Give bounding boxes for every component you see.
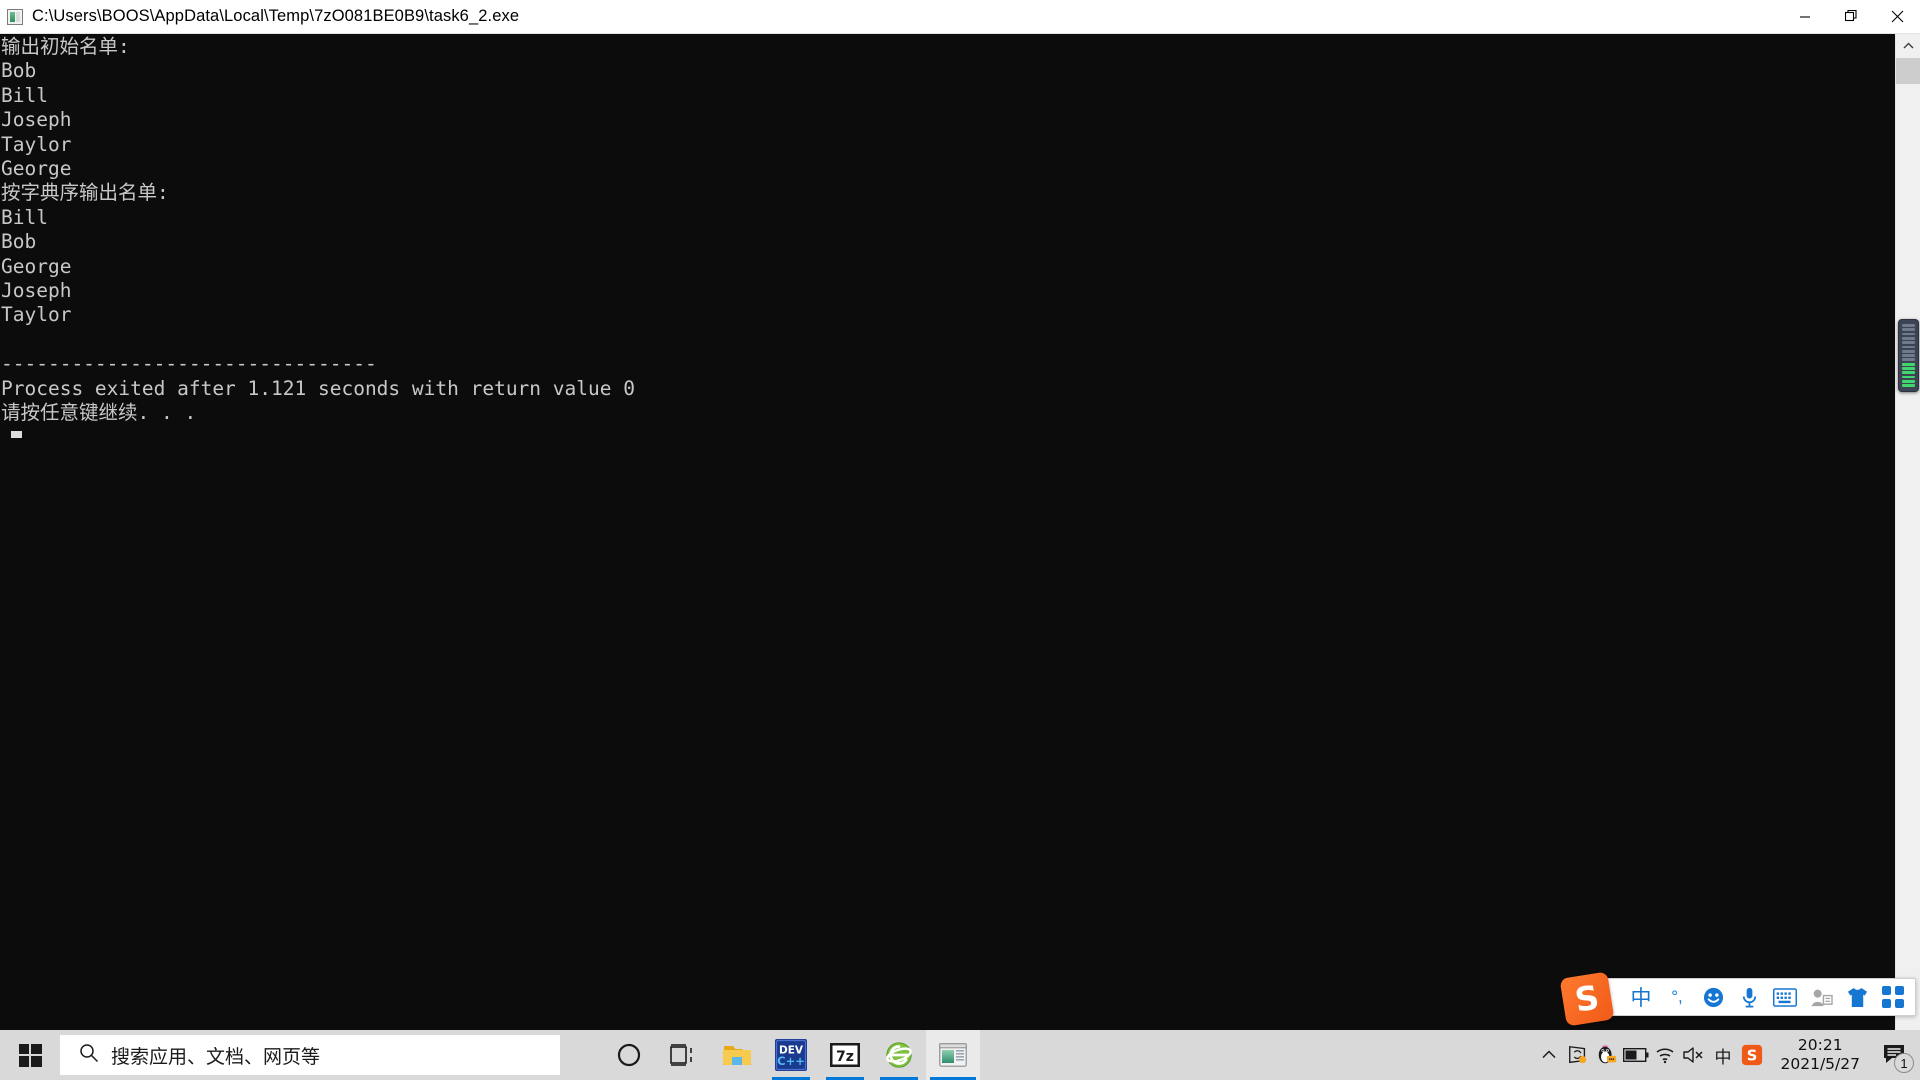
svg-text:S: S — [1747, 1048, 1758, 1065]
start-button[interactable] — [0, 1030, 60, 1080]
dev-cpp-icon[interactable]: DEV C++ — [764, 1030, 818, 1080]
window-controls — [1782, 0, 1920, 33]
windows-logo-icon — [18, 1043, 42, 1067]
wifi-icon[interactable] — [1651, 1030, 1680, 1080]
performance-meter-icon — [1898, 319, 1919, 392]
search-icon — [79, 1043, 99, 1068]
sevenzip-icon[interactable]: 7z — [818, 1030, 872, 1080]
scroll-thumb[interactable] — [1896, 58, 1920, 84]
ime-punctuation-label: °, — [1671, 987, 1683, 1006]
window-title: C:\Users\BOOS\AppData\Local\Temp\7zO081B… — [32, 7, 520, 25]
restore-button[interactable] — [1828, 0, 1874, 33]
clock-date: 2021/5/27 — [1780, 1055, 1860, 1073]
internet-explorer-icon[interactable] — [872, 1030, 926, 1080]
svg-text:7z: 7z — [836, 1049, 854, 1065]
titlebar[interactable]: C:\Users\BOOS\AppData\Local\Temp\7zO081B… — [0, 0, 1920, 34]
clock-time: 20:21 — [1797, 1036, 1843, 1054]
sogou-logo-label: S — [1572, 976, 1602, 1020]
chevron-up-icon[interactable] — [1535, 1030, 1564, 1080]
ime-toolbox-icon[interactable] — [1875, 979, 1911, 1015]
ime-account-icon[interactable] — [1803, 979, 1839, 1015]
ime-keyboard-icon[interactable] — [1767, 979, 1803, 1015]
close-button[interactable] — [1874, 0, 1920, 33]
speaker-muted-icon[interactable] — [1680, 1030, 1709, 1080]
ime-chinese-label: 中 — [1714, 1047, 1732, 1068]
sogou-logo-icon[interactable]: S — [1559, 971, 1615, 1027]
ime-punctuation-icon[interactable]: °, — [1659, 979, 1695, 1015]
cortana-circle-icon[interactable] — [602, 1030, 656, 1080]
notification-center-button[interactable]: 1 — [1872, 1030, 1918, 1080]
ime-voice-icon[interactable] — [1731, 979, 1767, 1015]
console-output-area[interactable]: 输出初始名单: Bob Bill Joseph Taylor George 按字… — [0, 34, 1895, 1030]
taskbar: 搜索应用、文档、网页等 DEV C++ 7z 中 S 20:21 2021/5/… — [0, 1030, 1920, 1080]
qq-penguin-icon[interactable] — [1593, 1030, 1622, 1080]
console-window: C:\Users\BOOS\AppData\Local\Temp\7zO081B… — [0, 0, 1920, 1030]
minimize-button[interactable] — [1782, 0, 1828, 33]
ime-mode-chinese[interactable]: 中 — [1623, 979, 1659, 1015]
ime-chinese-icon[interactable]: 中 — [1709, 1030, 1738, 1080]
battery-icon[interactable] — [1622, 1030, 1651, 1080]
search-input[interactable]: 搜索应用、文档、网页等 — [60, 1035, 560, 1075]
notification-badge: 1 — [1894, 1053, 1914, 1073]
vertical-scrollbar[interactable] — [1895, 34, 1920, 1030]
ime-emoji-icon[interactable] — [1695, 979, 1731, 1015]
sync-icon[interactable] — [1564, 1030, 1593, 1080]
console-app-icon — [7, 8, 23, 25]
chevron-up-icon[interactable] — [1896, 34, 1920, 58]
ime-skin-icon[interactable] — [1839, 979, 1875, 1015]
task-view-icon[interactable] — [656, 1030, 710, 1080]
console-text: 输出初始名单: Bob Bill Joseph Taylor George 按字… — [1, 35, 635, 425]
block-cursor — [11, 430, 22, 438]
search-placeholder: 搜索应用、文档、网页等 — [111, 1045, 321, 1068]
sogou-ime-bar[interactable]: S 中 °, — [1559, 971, 1916, 1027]
ime-mode-label: 中 — [1630, 986, 1652, 1010]
clock[interactable]: 20:21 2021/5/27 — [1767, 1030, 1872, 1080]
svg-text:C++: C++ — [777, 1054, 805, 1068]
console-window-taskbar-button[interactable] — [926, 1030, 980, 1080]
sogou-icon[interactable]: S — [1738, 1030, 1767, 1080]
system-tray: 中 S 20:21 2021/5/27 1 — [1535, 1030, 1920, 1080]
folder-icon[interactable] — [710, 1030, 764, 1080]
